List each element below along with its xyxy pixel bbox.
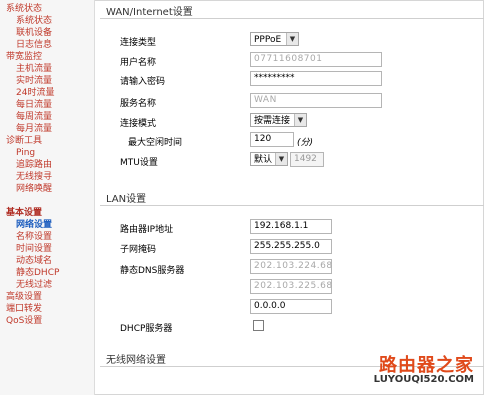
chevron-down-icon: ▼ [294,114,306,126]
dhcp-server-checkbox[interactable] [253,320,264,331]
sidebar-group-qos[interactable]: QoS设置 [4,315,94,327]
subnet-mask-field[interactable]: 255.255.255.0 [250,239,332,254]
sidebar-group-advanced[interactable]: 高级设置 [4,291,94,303]
sidebar-item-host-traffic[interactable]: 主机流量 [4,63,94,75]
sidebar-item-time[interactable]: 时间设置 [4,243,94,255]
max-idle-unit: (分) [297,138,314,148]
username-label: 用户名称 [120,58,157,68]
mtu-label: MTU设置 [120,158,158,168]
sidebar-item-connected-devices[interactable]: 联机设备 [4,27,94,39]
service-name-field[interactable]: WAN [250,93,382,108]
wireless-section-title: 无线网络设置 [106,355,166,366]
connect-mode-value: 按需连接 [254,116,291,126]
sidebar-group-diagnostics[interactable]: 诊断工具 [4,135,94,147]
mtu-mode-select[interactable]: 默认 ▼ [250,152,288,166]
connect-mode-select[interactable]: 按需连接 ▼ [250,113,307,127]
router-ip-label: 路由器IP地址 [120,225,174,235]
sidebar-group-basic[interactable]: 基本设置 [4,207,94,219]
dns-label: 静态DNS服务器 [120,266,185,276]
chevron-down-icon: ▼ [286,33,298,45]
dns3-field[interactable]: 0.0.0.0 [250,299,332,314]
watermark-url: LUYOUQI520.COM [373,374,474,385]
sidebar: 系统状态 系统状态 联机设备 日志信息 带宽监控 主机流量 实时流量 24时流量… [0,0,95,395]
password-label: 请输入密码 [120,77,166,87]
connection-type-label: 连接类型 [120,38,157,48]
mtu-value-field[interactable]: 1492 [290,152,324,167]
connection-type-value: PPPoE [254,35,282,45]
connect-mode-label: 连接模式 [120,119,157,129]
subnet-mask-label: 子网掩码 [120,245,157,255]
sidebar-item-ping[interactable]: Ping [4,147,94,159]
sidebar-item-traceroute[interactable]: 追踪路由 [4,159,94,171]
sidebar-item-24h-traffic[interactable]: 24时流量 [4,87,94,99]
service-name-label: 服务名称 [120,99,157,109]
sidebar-group-port-forwarding[interactable]: 端口转发 [4,303,94,315]
connection-type-select[interactable]: PPPoE ▼ [250,32,299,46]
password-field[interactable]: ********* [250,71,382,86]
wan-section-title: WAN/Internet设置 [106,7,193,18]
max-idle-field[interactable]: 120 [250,132,294,147]
max-idle-label: 最大空闲时间 [128,138,183,148]
sidebar-item-monthly-traffic[interactable]: 每月流量 [4,123,94,135]
sidebar-group-bandwidth[interactable]: 带宽监控 [4,51,94,63]
username-field[interactable]: 07711608701 [250,52,382,67]
router-ip-field[interactable]: 192.168.1.1 [250,219,332,234]
sidebar-item-system-status[interactable]: 系统状态 [4,15,94,27]
main-panel: WAN/Internet设置 连接类型 PPPoE ▼ 用户名称 0771160… [100,0,484,395]
dns1-field[interactable]: 202.103.224.68 [250,259,332,274]
sidebar-item-weekly-traffic[interactable]: 每周流量 [4,111,94,123]
sidebar-menu: 系统状态 系统状态 联机设备 日志信息 带宽监控 主机流量 实时流量 24时流量… [4,3,94,327]
sidebar-item-wireless-survey[interactable]: 无线搜寻 [4,171,94,183]
dhcp-server-label: DHCP服务器 [120,324,173,334]
dns2-field[interactable]: 202.103.225.68 [250,279,332,294]
sidebar-item-identification[interactable]: 名称设置 [4,231,94,243]
lan-section-title: LAN设置 [106,194,147,205]
mtu-mode-value: 默认 [254,155,273,165]
sidebar-item-logs[interactable]: 日志信息 [4,39,94,51]
chevron-down-icon: ▼ [275,153,287,165]
sidebar-item-network-settings[interactable]: 网络设置 [4,219,94,231]
sidebar-item-realtime-traffic[interactable]: 实时流量 [4,75,94,87]
lan-divider [100,205,484,206]
wan-divider [100,18,484,19]
sidebar-item-wireless-filter[interactable]: 无线过滤 [4,279,94,291]
sidebar-item-static-dhcp[interactable]: 静态DHCP [4,267,94,279]
sidebar-item-daily-traffic[interactable]: 每日流量 [4,99,94,111]
sidebar-item-ddns[interactable]: 动态域名 [4,255,94,267]
sidebar-group-status[interactable]: 系统状态 [4,3,94,15]
sidebar-item-wake-on-lan[interactable]: 网络唤醒 [4,183,94,195]
